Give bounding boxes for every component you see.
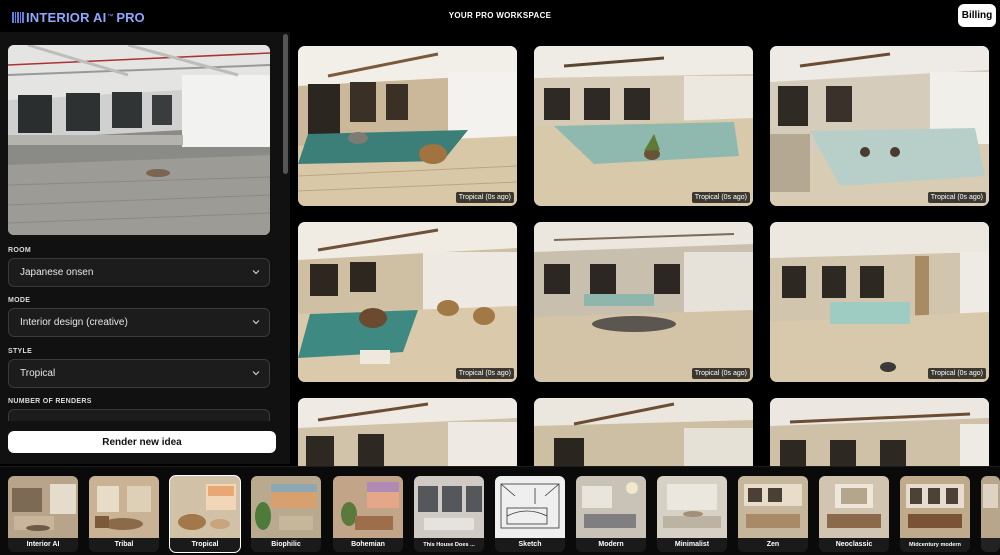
mode-select[interactable]: Interior design (creative)	[8, 308, 270, 337]
render-card[interactable]: Tropical (0s ago)	[298, 222, 517, 382]
render-card[interactable]: Tropical (0s ago)	[534, 222, 753, 382]
style-thumbnail	[657, 476, 727, 538]
style-thumbnail	[819, 476, 889, 538]
style-option-sketch[interactable]: Sketch	[495, 476, 565, 552]
room-label: ROOM	[8, 247, 31, 254]
room-select[interactable]: Japanese onsen	[8, 258, 270, 287]
render-card[interactable]	[770, 398, 989, 466]
style-label: Midcentury modern	[900, 538, 970, 552]
billing-button[interactable]: Billing	[958, 4, 996, 27]
render-card[interactable]	[298, 398, 517, 466]
style-option-interior-ai[interactable]: Interior AI	[8, 476, 78, 552]
style-option-tribal[interactable]: Tribal	[89, 476, 159, 552]
style-thumbnail	[8, 476, 78, 538]
render-caption: Tropical (0s ago)	[455, 192, 514, 203]
scrollbar-thumb[interactable]	[283, 34, 288, 174]
uploaded-room-photo[interactable]	[8, 45, 270, 235]
render-card[interactable]: Tropical (0s ago)	[298, 46, 517, 206]
style-label: Bohemian	[333, 538, 403, 552]
style-option-neoclassic[interactable]: Neoclassic	[819, 476, 889, 552]
chevron-down-icon	[252, 371, 260, 376]
render-card[interactable]: Tropical (0s ago)	[770, 46, 989, 206]
page-title: YOUR PRO WORKSPACE	[448, 11, 552, 20]
style-label: Biophilic	[251, 538, 321, 552]
style-label: Tropical	[170, 538, 240, 552]
style-picker-strip: Interior AI Tribal Tropical Biophilic Bo…	[0, 466, 1000, 555]
style-label: Sketch	[495, 538, 565, 552]
number-of-renders-label: NUMBER OF RENDERS	[8, 398, 92, 405]
style-thumbnail	[981, 476, 1000, 538]
style-option-bohemian[interactable]: Bohemian	[333, 476, 403, 552]
style-label: Minimalist	[657, 538, 727, 552]
style-thumbnail	[251, 476, 321, 538]
style-thumbnail	[738, 476, 808, 538]
style-label: Tribal	[89, 538, 159, 552]
sidebar-scrollbar[interactable]	[282, 32, 289, 422]
chevron-down-icon	[252, 270, 260, 275]
style-thumbnail	[495, 476, 565, 538]
render-caption: Tropical (0s ago)	[455, 368, 514, 379]
render-caption: Tropical (0s ago)	[927, 368, 986, 379]
style-option-zen[interactable]: Zen	[738, 476, 808, 552]
style-option-partial[interactable]	[981, 476, 1000, 552]
style-label: This House Does ...	[414, 538, 484, 552]
style-thumbnail	[576, 476, 646, 538]
style-option-midcentury-modern[interactable]: Midcentury modern	[900, 476, 970, 552]
style-thumbnail	[414, 476, 484, 538]
render-caption: Tropical (0s ago)	[691, 192, 750, 203]
style-label: Modern	[576, 538, 646, 552]
style-label: STYLE	[8, 348, 33, 355]
style-select-value: Tropical	[20, 368, 56, 379]
style-option-minimalist[interactable]: Minimalist	[657, 476, 727, 552]
style-option-biophilic[interactable]: Biophilic	[251, 476, 321, 552]
style-label: Interior AI	[8, 538, 78, 552]
render-card[interactable]: Tropical (0s ago)	[770, 222, 989, 382]
style-thumbnail	[900, 476, 970, 538]
render-caption: Tropical (0s ago)	[691, 368, 750, 379]
style-select[interactable]: Tropical	[8, 359, 270, 388]
render-card[interactable]: Tropical (0s ago)	[534, 46, 753, 206]
top-bar: INTERIOR AI ™ PRO YOUR PRO WORKSPACE Bil…	[0, 0, 1000, 32]
style-thumbnail	[333, 476, 403, 538]
style-option-tropical[interactable]: Tropical	[169, 475, 241, 553]
style-thumbnail	[89, 476, 159, 538]
render-card[interactable]	[534, 398, 753, 466]
style-thumbnail	[170, 476, 240, 538]
render-caption: Tropical (0s ago)	[927, 192, 986, 203]
room-select-value: Japanese onsen	[20, 267, 94, 278]
style-option-this-house-does[interactable]: This House Does ...	[414, 476, 484, 552]
style-label: Zen	[738, 538, 808, 552]
settings-panel: ROOM Japanese onsen MODE Interior design…	[0, 32, 290, 464]
mode-select-value: Interior design (creative)	[20, 317, 128, 328]
style-label: Neoclassic	[819, 538, 889, 552]
render-new-idea-button[interactable]: Render new idea	[8, 431, 276, 453]
chevron-down-icon	[252, 320, 260, 325]
style-option-modern[interactable]: Modern	[576, 476, 646, 552]
mode-label: MODE	[8, 297, 31, 304]
number-of-renders-select[interactable]	[8, 409, 270, 421]
